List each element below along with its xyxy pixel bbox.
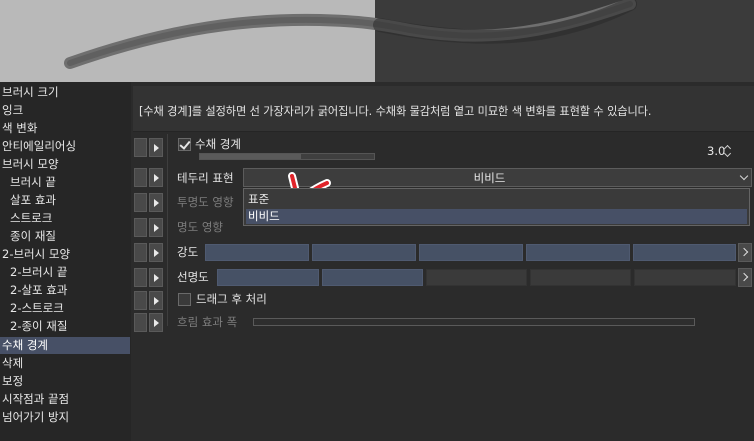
sidebar-item-2-stroke[interactable]: 2-스트로크 bbox=[0, 300, 130, 317]
show-in-tool-property-button[interactable] bbox=[134, 313, 147, 332]
pressure-settings-button[interactable] bbox=[149, 193, 163, 212]
edge-expression-label: 테두리 표현 bbox=[177, 171, 234, 185]
option-standard[interactable]: 표준 bbox=[246, 192, 747, 207]
sidebar-item-correction[interactable]: 보정 bbox=[0, 373, 130, 390]
row-controls-brightness-influence bbox=[134, 218, 163, 237]
sharpness-segments[interactable] bbox=[217, 269, 736, 286]
edge-expression-value: 비비드 bbox=[473, 171, 506, 185]
strength-segment bbox=[633, 244, 736, 261]
row-controls-edge-expression bbox=[134, 168, 163, 187]
show-in-tool-property-button[interactable] bbox=[134, 268, 147, 287]
show-in-tool-property-button[interactable] bbox=[134, 243, 147, 262]
sharpness-expand-button[interactable] bbox=[738, 268, 752, 287]
row-controls-after-drag bbox=[134, 291, 163, 310]
watercolor-edge-slider[interactable] bbox=[199, 153, 375, 160]
show-in-tool-property-button[interactable] bbox=[134, 193, 147, 212]
row-controls-strength bbox=[134, 243, 163, 262]
sharpness-segment bbox=[217, 269, 319, 286]
pressure-settings-button[interactable] bbox=[149, 268, 163, 287]
sidebar-item-color-change[interactable]: 색 변화 bbox=[0, 120, 130, 137]
sharpness-segment bbox=[426, 269, 527, 286]
pressure-settings-button[interactable] bbox=[149, 218, 163, 237]
sidebar-item-2-brush-tip[interactable]: 2-브러시 끝 bbox=[0, 264, 130, 281]
sidebar-item-brush-size[interactable]: 브러시 크기 bbox=[0, 84, 130, 101]
row-controls-opacity-influence bbox=[134, 193, 163, 212]
show-in-tool-property-button[interactable] bbox=[134, 291, 147, 310]
show-in-tool-property-button[interactable] bbox=[134, 218, 147, 237]
watercolor-edge-label: 수채 경계 bbox=[195, 137, 241, 151]
description-text: [수채 경계]를 설정하면 선 가장자리가 굵어집니다. 수채화 물감처럼 옅고… bbox=[139, 105, 652, 118]
show-in-tool-property-button[interactable] bbox=[134, 138, 147, 157]
row-controls-blur-width bbox=[134, 313, 163, 332]
sidebar-item-antialiasing[interactable]: 안티에일리어싱 bbox=[0, 138, 130, 155]
strength-segments[interactable] bbox=[205, 244, 736, 261]
category-sidebar: 브러시 크기 잉크 색 변화 안티에일리어싱 브러시 모양 브러시 끝 살포 효… bbox=[0, 82, 131, 441]
sidebar-item-overflow-prevention[interactable]: 넘어가기 방지 bbox=[0, 409, 130, 426]
sharpness-segment bbox=[634, 269, 736, 286]
chevron-down-icon bbox=[739, 171, 749, 181]
settings-panel: [수채 경계]를 설정하면 선 가장자리가 굵어집니다. 수채화 물감처럼 옅고… bbox=[131, 82, 754, 441]
sharpness-segment bbox=[322, 269, 423, 286]
strength-segment bbox=[419, 244, 523, 261]
sidebar-item-2-spray-effect[interactable]: 2-살포 효과 bbox=[0, 282, 130, 299]
sidebar-item-stroke[interactable]: 스트로크 bbox=[0, 210, 130, 227]
blur-width-slider[interactable] bbox=[253, 318, 695, 326]
sidebar-item-spray-effect[interactable]: 살포 효과 bbox=[0, 192, 130, 209]
blur-width-label: 흐림 효과 폭 bbox=[177, 315, 238, 329]
row-controls-watercolor-edge bbox=[134, 138, 163, 157]
edge-expression-popup: 표준 비비드 bbox=[243, 188, 750, 226]
spin-arrows-icon[interactable] bbox=[723, 144, 733, 158]
pressure-settings-button[interactable] bbox=[149, 138, 163, 157]
brush-stroke-preview bbox=[64, 0, 637, 69]
sidebar-item-ink[interactable]: 잉크 bbox=[0, 102, 130, 119]
strength-segment bbox=[205, 244, 309, 261]
pressure-settings-button[interactable] bbox=[149, 168, 163, 187]
after-drag-checkbox[interactable] bbox=[178, 293, 191, 306]
description-box: [수채 경계]를 설정하면 선 가장자리가 굵어집니다. 수채화 물감처럼 옅고… bbox=[133, 86, 754, 132]
sharpness-label: 선명도 bbox=[177, 270, 209, 284]
brush-preview bbox=[0, 0, 754, 82]
opacity-influence-label: 투명도 영향 bbox=[177, 195, 234, 209]
sharpness-segment bbox=[530, 269, 631, 286]
option-vivid[interactable]: 비비드 bbox=[246, 209, 747, 224]
sidebar-item-2-paper-texture[interactable]: 2-종이 재질 bbox=[0, 318, 130, 335]
group-divider bbox=[167, 134, 168, 326]
sidebar-item-erase[interactable]: 삭제 bbox=[0, 355, 130, 372]
sidebar-item-brush-shape[interactable]: 브러시 모양 bbox=[0, 156, 130, 173]
strength-label: 강도 bbox=[177, 245, 199, 259]
strength-segment bbox=[526, 244, 630, 261]
edge-expression-dropdown[interactable]: 비비드 bbox=[243, 168, 752, 187]
show-in-tool-property-button[interactable] bbox=[134, 168, 147, 187]
watercolor-edge-checkbox[interactable] bbox=[178, 138, 191, 151]
sidebar-item-watercolor-edge[interactable]: 수채 경계 bbox=[0, 337, 130, 354]
pressure-settings-button[interactable] bbox=[149, 313, 163, 332]
pressure-settings-button[interactable] bbox=[149, 291, 163, 310]
strength-expand-button[interactable] bbox=[738, 243, 752, 262]
row-controls-sharpness bbox=[134, 268, 163, 287]
strength-segment bbox=[312, 244, 416, 261]
sidebar-item-paper-texture[interactable]: 종이 재질 bbox=[0, 228, 130, 245]
watercolor-edge-slider-fill bbox=[200, 154, 301, 159]
sidebar-item-start-end[interactable]: 시작점과 끝점 bbox=[0, 391, 130, 408]
sidebar-item-2-brush-shape[interactable]: 2-브러시 모양 bbox=[0, 246, 130, 263]
brightness-influence-label: 명도 영향 bbox=[177, 220, 223, 234]
after-drag-label: 드래그 후 처리 bbox=[196, 292, 267, 306]
pressure-settings-button[interactable] bbox=[149, 243, 163, 262]
sidebar-item-brush-tip[interactable]: 브러시 끝 bbox=[0, 174, 130, 191]
